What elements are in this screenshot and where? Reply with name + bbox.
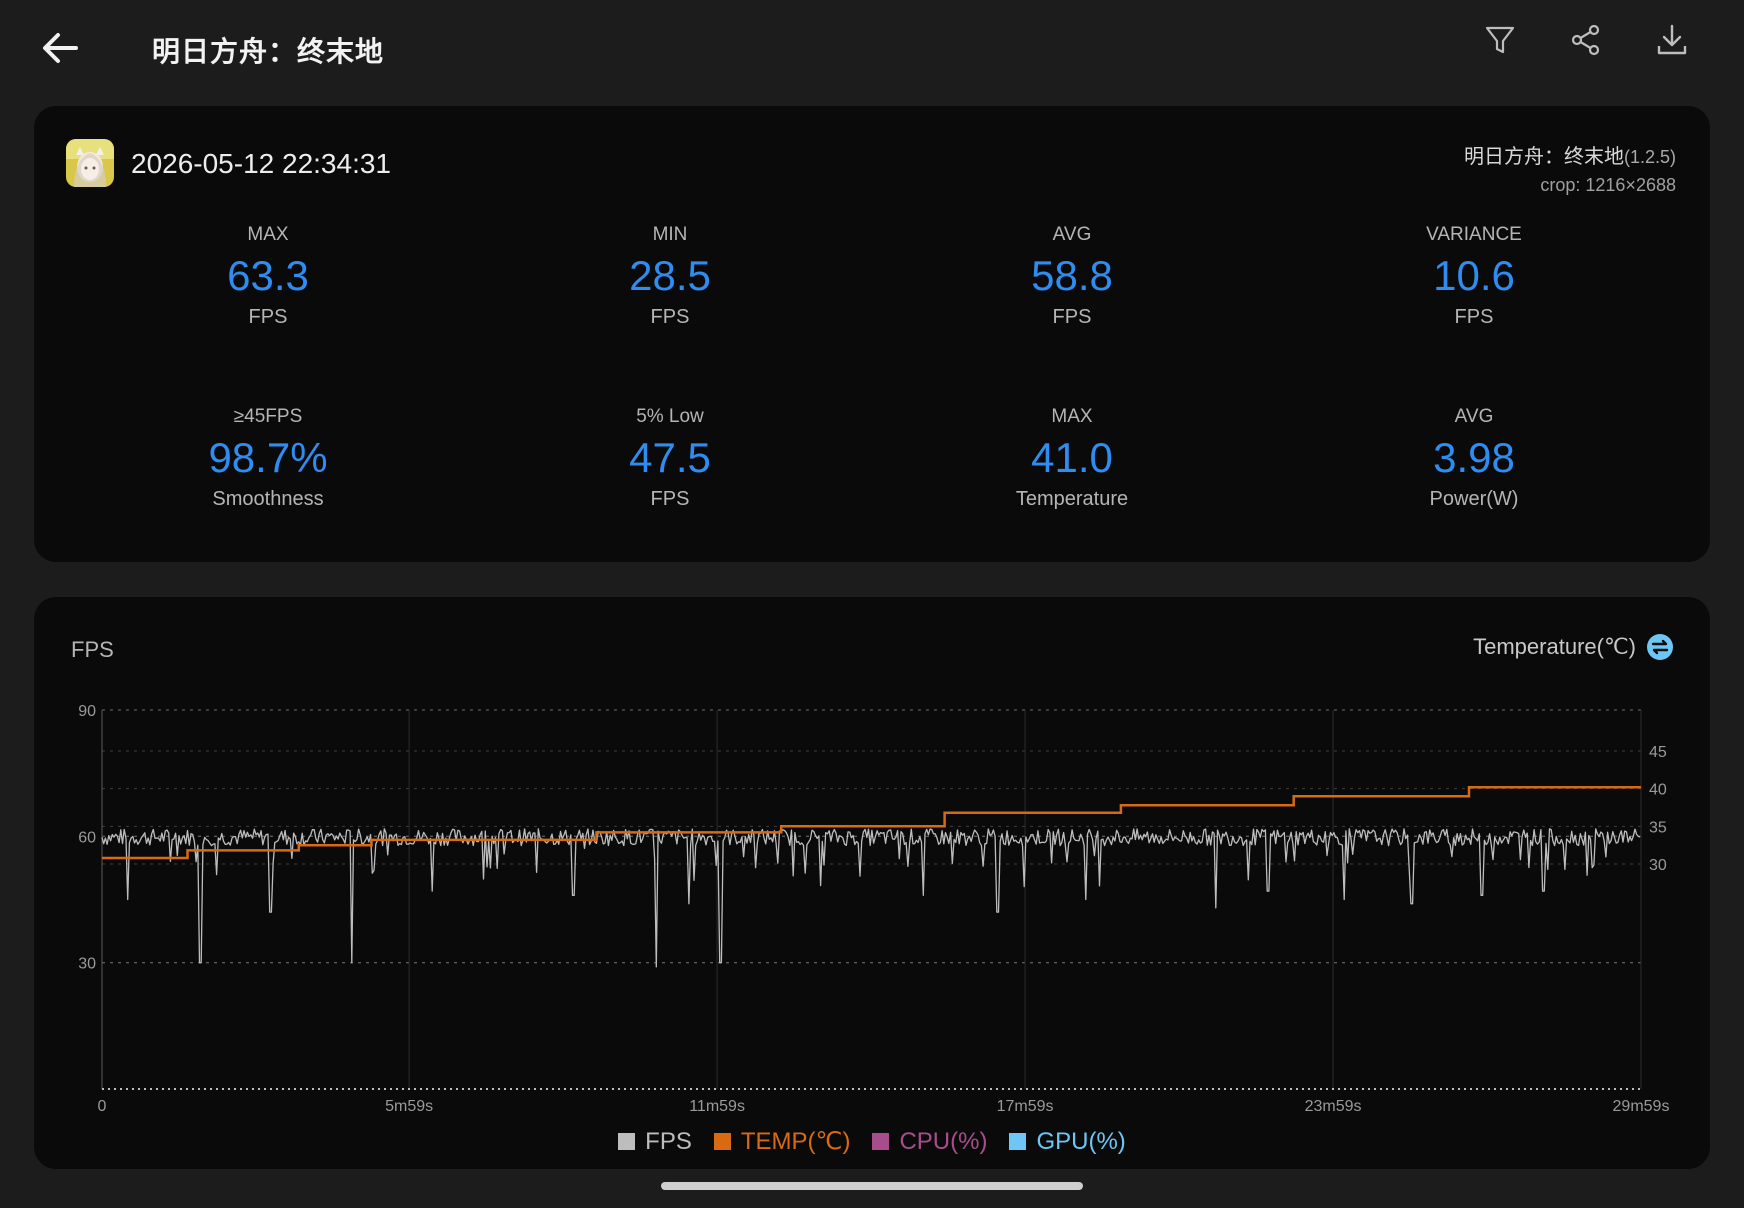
stat-value: 28.5 bbox=[629, 252, 711, 299]
x-tick-label: 0 bbox=[98, 1098, 107, 1115]
legend-label: TEMP(℃) bbox=[740, 1128, 851, 1155]
stat-unit: FPS bbox=[650, 306, 690, 328]
stat-value: 47.5 bbox=[629, 434, 711, 481]
legend-item-gpu[interactable]: GPU(%) bbox=[1009, 1127, 1126, 1156]
toolbar bbox=[1482, 22, 1690, 58]
left-tick-label: 90 bbox=[78, 703, 96, 720]
stat-min-fps: MIN 28.5 FPS bbox=[520, 224, 820, 329]
stat-value: 58.8 bbox=[1031, 252, 1113, 299]
stat-value: 3.98 bbox=[1433, 434, 1515, 481]
stat-value: 41.0 bbox=[1031, 434, 1113, 481]
x-tick-label: 23m59s bbox=[1305, 1098, 1362, 1115]
stat-unit: Smoothness bbox=[212, 488, 324, 510]
right-tick-label: 40 bbox=[1649, 782, 1667, 799]
session-timestamp: 2026-05-12 22:34:31 bbox=[131, 148, 391, 179]
legend-swatch bbox=[713, 1133, 731, 1150]
fps-series-line bbox=[101, 828, 1641, 968]
download-icon[interactable] bbox=[1654, 22, 1690, 58]
stat-unit: FPS bbox=[650, 488, 690, 510]
right-axis-title: Temperature(℃) bbox=[1473, 634, 1636, 659]
legend-item-fps[interactable]: FPS bbox=[618, 1127, 692, 1156]
stat-label: MAX bbox=[247, 224, 289, 245]
app-avatar bbox=[66, 139, 114, 187]
x-tick-label: 29m59s bbox=[1613, 1098, 1670, 1115]
right-axis-toggle[interactable]: Temperature(℃) bbox=[1473, 633, 1674, 661]
temperature-series-line bbox=[102, 785, 1641, 860]
stat-value: 98.7% bbox=[208, 434, 328, 481]
stat-variance-fps: VARIANCE 10.6 FPS bbox=[1324, 224, 1624, 329]
legend-item-temp[interactable]: TEMP(℃) bbox=[713, 1127, 851, 1156]
stat-max-fps: MAX 63.3 FPS bbox=[118, 224, 418, 329]
stat-label: 5% Low bbox=[636, 406, 704, 427]
chart-legend: FPS TEMP(℃) CPU(%) GPU(%) bbox=[34, 1127, 1710, 1156]
legend-label: GPU(%) bbox=[1036, 1127, 1126, 1155]
stat-value: 63.3 bbox=[227, 252, 309, 299]
legend-swatch bbox=[872, 1133, 890, 1150]
stat-unit: FPS bbox=[1052, 306, 1092, 328]
right-tick-label: 45 bbox=[1649, 744, 1667, 761]
stat-unit: Temperature bbox=[1015, 488, 1129, 510]
stat-label: MIN bbox=[652, 224, 688, 245]
stat-5pct-low: 5% Low 47.5 FPS bbox=[520, 406, 820, 511]
legend-swatch bbox=[618, 1133, 636, 1150]
app-info: 明日方舟：终末地(1.2.5) crop: 1216×2688 bbox=[1464, 140, 1676, 196]
stat-label: MAX bbox=[1051, 406, 1093, 427]
x-tick-label: 5m59s bbox=[385, 1098, 433, 1115]
stat-unit: FPS bbox=[248, 306, 288, 328]
fps-temperature-chart: 90 60 30 45 40 35 30 0 5m59s 11m59s 17m59s 23m59s 29… bbox=[78, 703, 1670, 1115]
filter-icon[interactable] bbox=[1482, 22, 1518, 58]
legend-label: CPU(%) bbox=[899, 1127, 988, 1155]
x-tick-label: 11m59s bbox=[689, 1098, 745, 1115]
stat-label: VARIANCE bbox=[1426, 224, 1522, 245]
share-icon[interactable] bbox=[1568, 22, 1604, 58]
stat-label: AVG bbox=[1454, 406, 1494, 427]
crop-size: crop: 1216×2688 bbox=[1540, 175, 1676, 195]
stat-smoothness: ≥45FPS 98.7% Smoothness bbox=[118, 406, 418, 511]
home-indicator[interactable] bbox=[661, 1182, 1083, 1190]
stat-value: 10.6 bbox=[1433, 252, 1515, 299]
stat-max-temperature: MAX 41.0 Temperature bbox=[922, 406, 1222, 511]
left-tick-label: 30 bbox=[78, 956, 96, 973]
summary-card: 2026-05-12 22:34:31 明日方舟：终末地(1.2.5) crop… bbox=[34, 106, 1710, 562]
stat-label: ≥45FPS bbox=[233, 406, 303, 427]
back-arrow-icon[interactable] bbox=[38, 26, 82, 70]
app-name: 明日方舟：终末地 bbox=[1463, 144, 1624, 168]
left-axis-title: FPS bbox=[71, 637, 114, 662]
page-title: 明日方舟：终末地 bbox=[152, 35, 385, 68]
chart-card: 90 60 30 45 40 35 30 0 5m59s 11m59s 17m59s 23m59s 29… bbox=[34, 597, 1710, 1169]
stat-label: AVG bbox=[1052, 224, 1092, 245]
stat-avg-power: AVG 3.98 Power(W) bbox=[1324, 406, 1624, 511]
legend-swatch bbox=[1009, 1133, 1027, 1150]
stat-unit: Power(W) bbox=[1429, 488, 1519, 510]
stat-avg-fps: AVG 58.8 FPS bbox=[922, 224, 1222, 329]
right-tick-label: 35 bbox=[1649, 819, 1667, 836]
left-tick-label: 60 bbox=[78, 829, 96, 846]
stat-unit: FPS bbox=[1454, 306, 1494, 328]
legend-label: FPS bbox=[645, 1127, 692, 1155]
swap-axis-icon[interactable] bbox=[1646, 633, 1674, 661]
legend-item-cpu[interactable]: CPU(%) bbox=[872, 1127, 987, 1156]
x-tick-label: 17m59s bbox=[997, 1098, 1054, 1115]
right-tick-label: 30 bbox=[1649, 857, 1667, 874]
app-version: (1.2.5) bbox=[1623, 147, 1676, 167]
top-bar: 明日方舟：终末地 bbox=[0, 0, 1744, 100]
